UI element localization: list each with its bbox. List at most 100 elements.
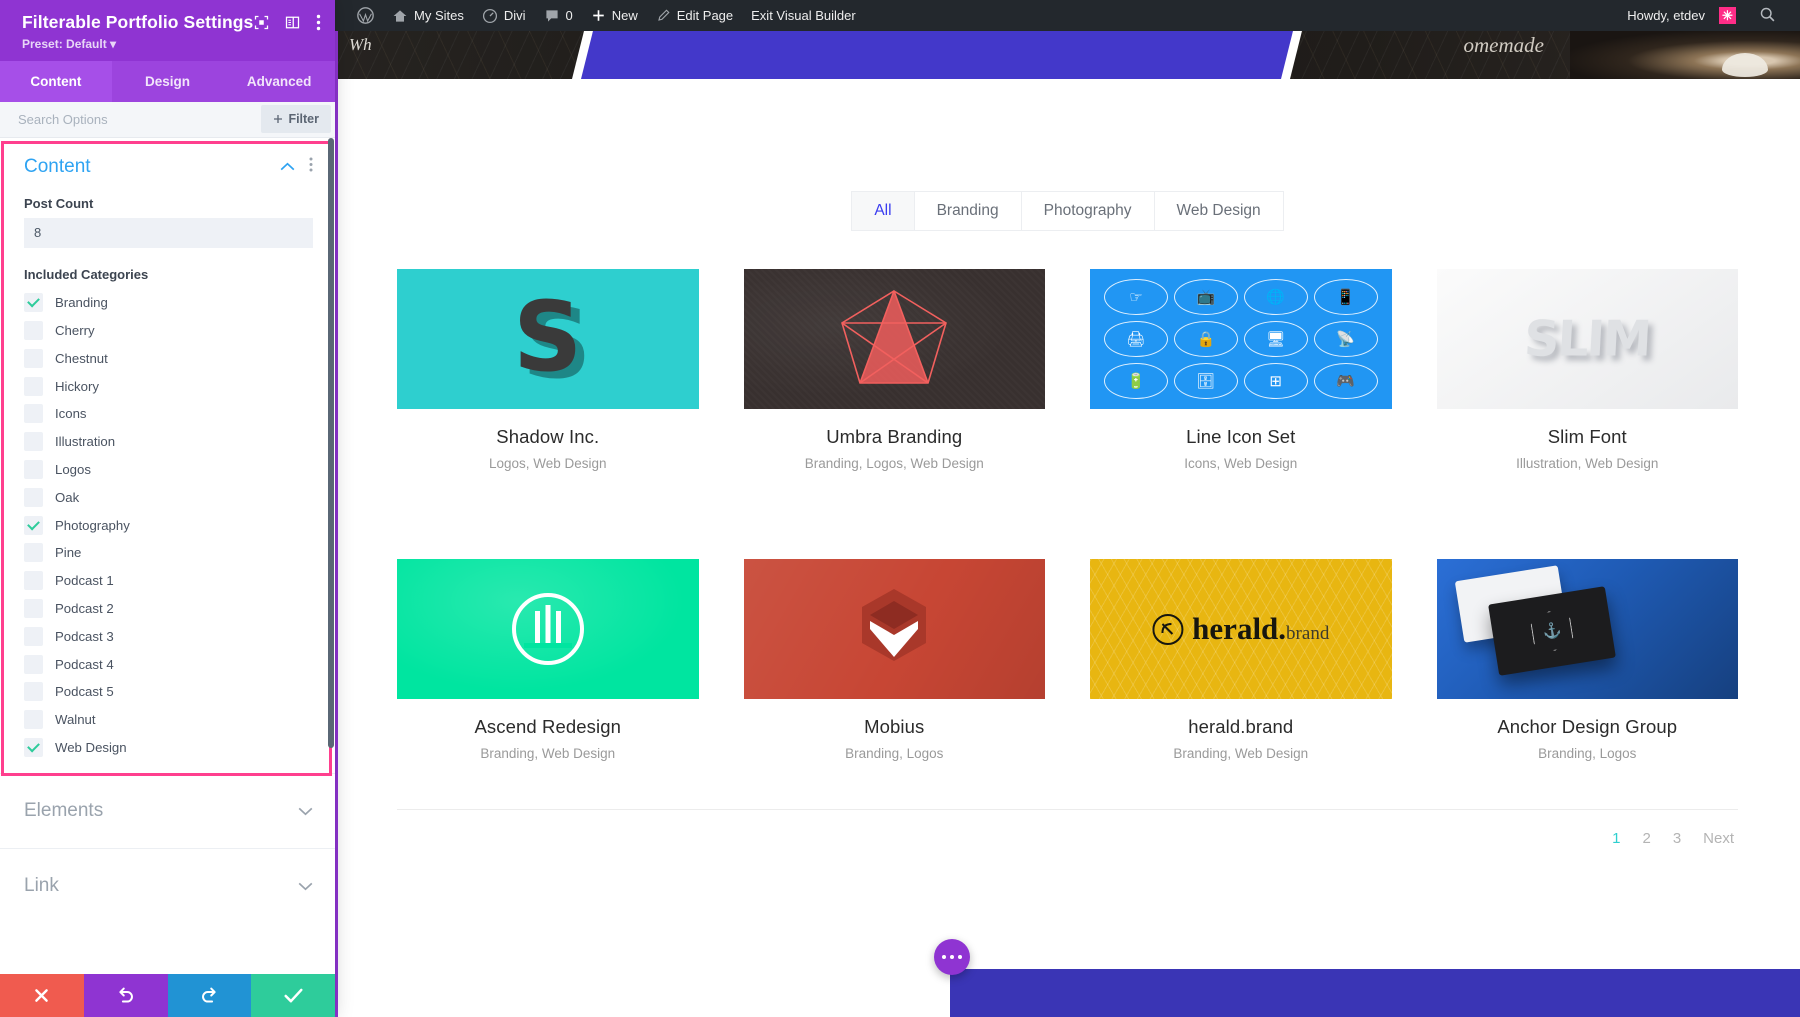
thumbnail-herald-brand[interactable]: herald. brand xyxy=(1090,559,1392,699)
portfolio-item[interactable]: Ascend Redesign Branding, Web Design xyxy=(397,559,699,761)
portfolio-item-title[interactable]: Anchor Design Group xyxy=(1437,716,1739,738)
new-content-menu[interactable]: New xyxy=(582,0,647,31)
checkbox-unchecked-icon[interactable] xyxy=(24,432,43,451)
filter-tab-branding[interactable]: Branding xyxy=(915,192,1022,230)
category-checkbox-row[interactable]: Branding xyxy=(24,289,313,317)
layout-toggle-icon[interactable] xyxy=(285,15,300,30)
cancel-button[interactable] xyxy=(0,974,84,1017)
account-menu[interactable]: Howdy, etdev ✳ xyxy=(1618,0,1745,31)
category-checkbox-row[interactable]: Web Design xyxy=(24,734,313,762)
checkbox-unchecked-icon[interactable] xyxy=(24,488,43,507)
page-link-1[interactable]: 1 xyxy=(1612,830,1620,847)
undo-button[interactable] xyxy=(84,974,168,1017)
more-options-fab[interactable] xyxy=(934,939,970,975)
filter-button[interactable]: Filter xyxy=(261,105,331,133)
chevron-up-icon[interactable] xyxy=(280,162,295,171)
portfolio-item-title[interactable]: Mobius xyxy=(744,716,1046,738)
checkbox-unchecked-icon[interactable] xyxy=(24,571,43,590)
checkbox-unchecked-icon[interactable] xyxy=(24,349,43,368)
category-checkbox-row[interactable]: Podcast 1 xyxy=(24,567,313,595)
checkbox-unchecked-icon[interactable] xyxy=(24,655,43,674)
expand-icon[interactable] xyxy=(254,15,269,30)
section-elements-header[interactable]: Elements xyxy=(0,774,335,848)
category-checkbox-row[interactable]: Podcast 2 xyxy=(24,595,313,623)
portfolio-item-title[interactable]: Umbra Branding xyxy=(744,426,1046,448)
section-link-header[interactable]: Link xyxy=(0,849,335,923)
kebab-menu-icon[interactable] xyxy=(309,157,313,177)
checkbox-checked-icon[interactable] xyxy=(24,738,43,757)
checkbox-checked-icon[interactable] xyxy=(24,516,43,535)
category-checkbox-row[interactable]: Podcast 5 xyxy=(24,678,313,706)
checkbox-unchecked-icon[interactable] xyxy=(24,543,43,562)
portfolio-item[interactable]: ☞📺🌐📱🖨🔒🖥📡🔋🗄⊞🎮 Line Icon Set Icons, Web De… xyxy=(1090,269,1392,471)
page-link-3[interactable]: 3 xyxy=(1673,830,1681,847)
edit-page-link[interactable]: Edit Page xyxy=(647,0,742,31)
thumbnail-shadow-inc[interactable]: S xyxy=(397,269,699,409)
panel-preset-selector[interactable]: Preset: Default ▾ xyxy=(22,37,319,51)
my-sites-menu[interactable]: My Sites xyxy=(383,0,473,31)
exit-visual-builder-link[interactable]: Exit Visual Builder xyxy=(742,0,865,31)
portfolio-item-title[interactable]: herald.brand xyxy=(1090,716,1392,738)
category-checkbox-row[interactable]: Hickory xyxy=(24,372,313,400)
category-checkbox-row[interactable]: Photography xyxy=(24,511,313,539)
checkbox-unchecked-icon[interactable] xyxy=(24,682,43,701)
thumbnail-line-icon-set[interactable]: ☞📺🌐📱🖨🔒🖥📡🔋🗄⊞🎮 xyxy=(1090,269,1392,409)
page-link-2[interactable]: 2 xyxy=(1642,830,1650,847)
checkbox-checked-icon[interactable] xyxy=(24,293,43,312)
category-checkbox-row[interactable]: Podcast 3 xyxy=(24,622,313,650)
checkbox-unchecked-icon[interactable] xyxy=(24,321,43,340)
category-checkbox-row[interactable]: Icons xyxy=(24,400,313,428)
category-checkbox-row[interactable]: Chestnut xyxy=(24,344,313,372)
panel-scrollbar-thumb[interactable] xyxy=(328,138,334,748)
search-input[interactable] xyxy=(0,112,261,127)
divi-menu[interactable]: Divi xyxy=(473,0,535,31)
checkbox-unchecked-icon[interactable] xyxy=(24,710,43,729)
comments-menu[interactable]: 0 xyxy=(535,0,582,31)
checkbox-unchecked-icon[interactable] xyxy=(24,377,43,396)
portfolio-item-title[interactable]: Slim Font xyxy=(1437,426,1739,448)
portfolio-item-title[interactable]: Shadow Inc. xyxy=(397,426,699,448)
thumbnail-anchor-design-group[interactable]: ⚓ xyxy=(1437,559,1739,699)
filter-tab-web-design[interactable]: Web Design xyxy=(1155,192,1283,230)
checkbox-unchecked-icon[interactable] xyxy=(24,404,43,423)
thumbnail-mobius[interactable] xyxy=(744,559,1046,699)
filter-tab-all[interactable]: All xyxy=(852,192,914,230)
tab-design[interactable]: Design xyxy=(112,61,224,102)
admin-search-button[interactable] xyxy=(1745,6,1786,26)
portfolio-item[interactable]: SLIM Slim Font Illustration, Web Design xyxy=(1437,269,1739,471)
tab-advanced[interactable]: Advanced xyxy=(223,61,335,102)
wordpress-logo-button[interactable] xyxy=(348,0,383,31)
kebab-menu-icon[interactable] xyxy=(316,14,321,31)
page-link-next[interactable]: Next xyxy=(1703,830,1734,847)
checkbox-unchecked-icon[interactable] xyxy=(24,627,43,646)
panel-options-scroll[interactable]: Content Post Count Included Categories xyxy=(0,138,335,974)
thumbnail-slim-font[interactable]: SLIM xyxy=(1437,269,1739,409)
category-checkbox-row[interactable]: Oak xyxy=(24,483,313,511)
save-button[interactable] xyxy=(251,974,335,1017)
checkbox-unchecked-icon[interactable] xyxy=(24,460,43,479)
thumbnail-ascend-redesign[interactable] xyxy=(397,559,699,699)
panel-scrollbar[interactable] xyxy=(328,138,334,974)
category-checkbox-row[interactable]: Cherry xyxy=(24,317,313,345)
filter-tab-photography[interactable]: Photography xyxy=(1022,192,1155,230)
tab-content[interactable]: Content xyxy=(0,61,112,102)
category-checkbox-row[interactable]: Illustration xyxy=(24,428,313,456)
thumbnail-umbra-branding[interactable] xyxy=(744,269,1046,409)
checkbox-unchecked-icon[interactable] xyxy=(24,599,43,618)
portfolio-item[interactable]: herald. brand herald.brand Branding, Web… xyxy=(1090,559,1392,761)
portfolio-item[interactable]: S Shadow Inc. Logos, Web Design xyxy=(397,269,699,471)
category-checkbox-row[interactable]: Walnut xyxy=(24,706,313,734)
chevron-down-icon[interactable] xyxy=(298,807,313,816)
category-checkbox-row[interactable]: Pine xyxy=(24,539,313,567)
portfolio-item[interactable]: ⚓ Anchor Design Group Branding, Logos xyxy=(1437,559,1739,761)
portfolio-item[interactable]: Umbra Branding Branding, Logos, Web Desi… xyxy=(744,269,1046,471)
chevron-down-icon[interactable] xyxy=(298,882,313,891)
category-checkbox-row[interactable]: Logos xyxy=(24,456,313,484)
redo-button[interactable] xyxy=(168,974,252,1017)
portfolio-item-title[interactable]: Line Icon Set xyxy=(1090,426,1392,448)
portfolio-item[interactable]: Mobius Branding, Logos xyxy=(744,559,1046,761)
post-count-input[interactable] xyxy=(24,218,313,248)
section-content-header[interactable]: Content xyxy=(0,138,335,188)
portfolio-item-title[interactable]: Ascend Redesign xyxy=(397,716,699,738)
category-checkbox-row[interactable]: Podcast 4 xyxy=(24,650,313,678)
